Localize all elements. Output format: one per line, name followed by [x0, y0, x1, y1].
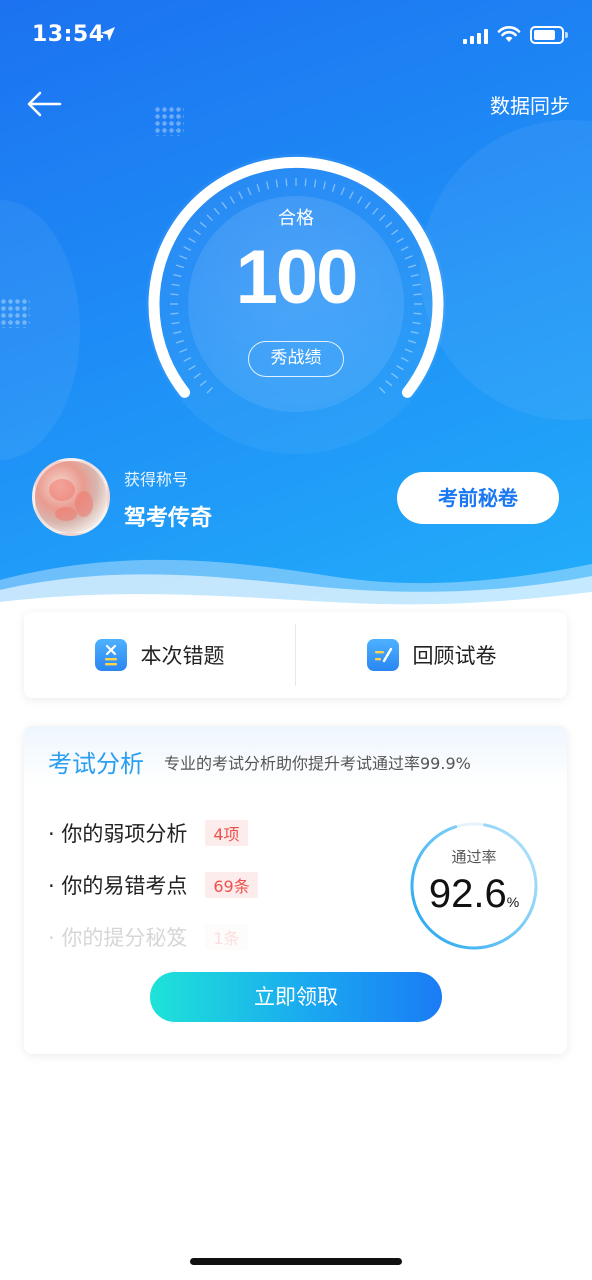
wrong-questions-icon: [94, 639, 127, 671]
item-count-badge: 69条: [205, 872, 258, 898]
exam-score: 100: [235, 235, 359, 320]
result-header: 13:54 数据同步 合格 100 秀战绩 获得称号 驾考传奇 考前秘卷: [0, 0, 592, 610]
status-bar: 13:54: [0, 0, 592, 72]
signal-icon: [463, 28, 488, 44]
wifi-icon: [497, 26, 521, 42]
pass-rate-value: 92.6%: [408, 872, 540, 917]
decor-blob: [0, 200, 80, 460]
status-time: 13:54: [32, 22, 105, 47]
item-count-badge: 4项: [205, 820, 248, 846]
gauge-tick: [413, 312, 422, 315]
item-label: · 你的提分秘笈: [48, 926, 188, 950]
gauge-tick: [170, 312, 179, 315]
back-arrow-icon[interactable]: [24, 86, 64, 122]
list-item: · 你的易错考点 69条: [48, 870, 258, 900]
gauge-tick: [304, 178, 307, 187]
review-paper-button[interactable]: 回顾试卷: [296, 612, 567, 698]
decor-dots: [154, 106, 184, 136]
pass-status: 合格: [278, 208, 314, 229]
review-paper-icon: [366, 639, 399, 671]
title-value: 驾考传奇: [124, 506, 213, 531]
secret-paper-button[interactable]: 考前秘卷: [397, 472, 559, 524]
wrong-questions-label: 本次错题: [140, 644, 225, 668]
exam-analysis-card: 考试分析 专业的考试分析助你提升考试通过率99.9% · 你的弱项分析 4项 ·…: [24, 726, 567, 1054]
claim-now-button[interactable]: 立即领取: [150, 972, 442, 1022]
wave-divider: [0, 559, 592, 610]
gauge-tick: [413, 293, 422, 296]
item-label: · 你的易错考点: [48, 874, 188, 898]
decor-dots: [0, 298, 30, 328]
item-label: · 你的弱项分析: [48, 822, 188, 846]
title-label: 获得称号: [124, 470, 189, 489]
avatar: [32, 458, 110, 536]
pass-rate-label: 通过率: [451, 848, 497, 866]
wrong-questions-button[interactable]: 本次错题: [24, 612, 295, 698]
gauge-tick: [285, 178, 288, 187]
review-paper-label: 回顾试卷: [412, 644, 497, 668]
location-arrow-icon: [101, 27, 115, 41]
data-sync-button[interactable]: 数据同步: [490, 90, 570, 119]
show-record-button[interactable]: 秀战绩: [248, 341, 344, 377]
analysis-subtitle: 专业的考试分析助你提升考试通过率99.9%: [164, 754, 471, 773]
battery-icon: [530, 26, 568, 44]
home-indicator: [190, 1258, 402, 1265]
analysis-title: 考试分析: [48, 750, 144, 778]
pass-rate-number: 92.6: [428, 872, 507, 916]
list-item: · 你的提分秘笈 1条: [48, 922, 248, 952]
gauge-tick: [170, 293, 179, 296]
pass-rate-unit: %: [506, 894, 520, 910]
item-count-badge: 1条: [205, 924, 248, 950]
quick-actions-card: 本次错题 回顾试卷: [24, 612, 567, 698]
list-item: · 你的弱项分析 4项: [48, 818, 248, 848]
